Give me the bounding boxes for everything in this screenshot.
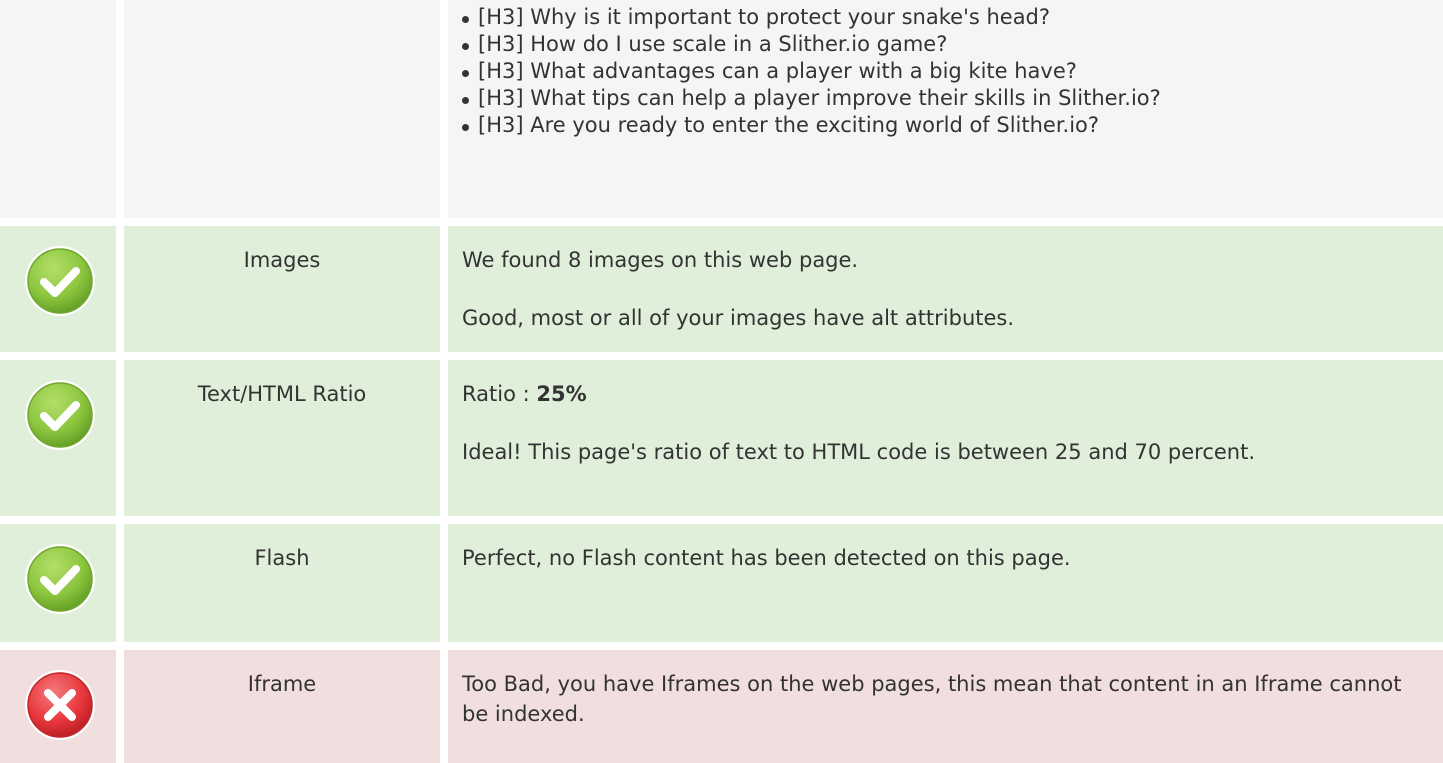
row-description: Ratio : 25% Ideal! This page's ratio of … bbox=[462, 379, 1403, 467]
description-line: We found 8 images on this web page. bbox=[462, 248, 859, 272]
images-label-cell: Images bbox=[124, 226, 440, 352]
list-item: [H3] How do I use scale in a Slither.io … bbox=[462, 31, 1403, 58]
description-line: Good, most or all of your images have al… bbox=[462, 306, 1015, 330]
ratio-icon-cell bbox=[0, 360, 116, 516]
check-icon bbox=[25, 380, 95, 450]
iframe-desc-cell: Too Bad, you have Iframes on the web pag… bbox=[448, 650, 1443, 763]
images-row: Images We found 8 images on this web pag… bbox=[0, 226, 1443, 352]
flash-desc-cell: Perfect, no Flash content has been detec… bbox=[448, 524, 1443, 642]
flash-label-cell: Flash bbox=[124, 524, 440, 642]
ratio-row: Text/HTML Ratio Ratio : 25% Ideal! This … bbox=[0, 360, 1443, 516]
ratio-label-cell: Text/HTML Ratio bbox=[124, 360, 440, 516]
ratio-desc-cell: Ratio : 25% Ideal! This page's ratio of … bbox=[448, 360, 1443, 516]
ratio-line: Ratio : 25% bbox=[462, 379, 1403, 409]
seo-report: [H3] Why is it important to protect your… bbox=[0, 0, 1443, 763]
row-label: Flash bbox=[254, 546, 310, 570]
description-line: Perfect, no Flash content has been detec… bbox=[462, 546, 1071, 570]
description-line: Too Bad, you have Iframes on the web pag… bbox=[462, 672, 1402, 726]
ratio-value: 25% bbox=[536, 382, 587, 406]
flash-icon-cell bbox=[0, 524, 116, 642]
description-line: Ideal! This page's ratio of text to HTML… bbox=[462, 440, 1256, 464]
row-description: Perfect, no Flash content has been detec… bbox=[462, 543, 1403, 573]
headings-row: [H3] Why is it important to protect your… bbox=[0, 0, 1443, 218]
ratio-prefix: Ratio : bbox=[462, 382, 537, 406]
images-icon-cell bbox=[0, 226, 116, 352]
flash-row: Flash Perfect, no Flash content has been… bbox=[0, 524, 1443, 642]
headings-desc-cell: [H3] Why is it important to protect your… bbox=[448, 0, 1443, 218]
headings-list: [H3] Why is it important to protect your… bbox=[462, 4, 1403, 139]
list-item: [H3] Are you ready to enter the exciting… bbox=[462, 112, 1403, 139]
row-description: We found 8 images on this web page. Good… bbox=[462, 245, 1403, 333]
headings-icon-cell bbox=[0, 0, 116, 218]
iframe-row: Iframe Too Bad, you have Iframes on the … bbox=[0, 650, 1443, 763]
iframe-label-cell: Iframe bbox=[124, 650, 440, 763]
list-item: [H3] What advantages can a player with a… bbox=[462, 58, 1403, 85]
row-label: Iframe bbox=[247, 672, 317, 696]
check-icon bbox=[25, 246, 95, 316]
list-item: [H3] What tips can help a player improve… bbox=[462, 85, 1403, 112]
images-desc-cell: We found 8 images on this web page. Good… bbox=[448, 226, 1443, 352]
row-label: Images bbox=[243, 248, 321, 272]
cross-icon bbox=[25, 670, 95, 740]
check-icon bbox=[25, 544, 95, 614]
row-description: Too Bad, you have Iframes on the web pag… bbox=[462, 669, 1403, 729]
headings-label-cell bbox=[124, 0, 440, 218]
row-label: Text/HTML Ratio bbox=[197, 382, 367, 406]
iframe-icon-cell bbox=[0, 650, 116, 763]
list-item: [H3] Why is it important to protect your… bbox=[462, 4, 1403, 31]
